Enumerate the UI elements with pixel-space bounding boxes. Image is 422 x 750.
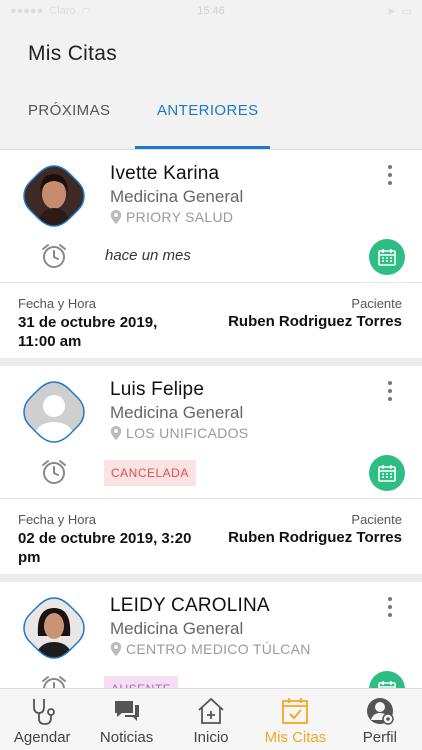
appointment-card-details: Fecha y Hora 31 de octubre 2019, 11:00 a… <box>0 283 422 357</box>
doctor-name: LEIDY CAROLINA <box>110 595 270 616</box>
clinic-name: LOS UNIFICADOS <box>126 425 249 441</box>
doctor-specialty: Medicina General <box>110 403 244 422</box>
calendar-button[interactable] <box>369 671 405 688</box>
doctor-name: Ivette Karina <box>110 163 220 184</box>
location-arrow-icon: ➤ <box>386 5 396 18</box>
appointment-relative-time: hace un mes <box>105 247 191 264</box>
calendar-check-icon <box>282 698 309 724</box>
bottom-navigation: Agendar Noticias Inicio Mis Citas Perfil <box>0 688 422 750</box>
active-tab-indicator <box>135 146 270 149</box>
appointment-card[interactable]: Luis Felipe Medicina General LOS UNIFICA… <box>0 366 422 574</box>
avatar-placeholder-icon <box>23 381 85 443</box>
more-options-icon[interactable] <box>382 163 398 187</box>
doctor-avatar <box>22 164 86 228</box>
date-value: 31 de octubre 2019, 11:00 am <box>18 314 158 350</box>
battery-icon: ▭ <box>401 5 412 18</box>
alarm-clock-icon <box>40 674 68 688</box>
patient-value: Ruben Rodriguez Torres <box>228 529 402 546</box>
calendar-button[interactable] <box>369 455 405 491</box>
status-bar-left: ●●●●● Claro ◠ <box>10 5 91 18</box>
status-time: 15:46 <box>197 5 225 17</box>
home-icon <box>198 697 224 724</box>
clinic-name: CENTRO MEDICO TÚLCAN <box>126 641 311 657</box>
appointments-list[interactable]: Ivette Karina Medicina General PRIORY SA… <box>0 150 422 688</box>
clinic-location: LOS UNIFICADOS <box>110 425 248 441</box>
tab-bar: PRÓXIMAS ANTERIORES <box>0 78 422 150</box>
appointment-card[interactable]: LEIDY CAROLINA Medicina General CENTRO M… <box>0 582 422 688</box>
location-pin-icon <box>110 642 122 656</box>
avatar-photo-icon <box>23 165 85 227</box>
more-options-icon[interactable] <box>382 379 398 403</box>
doctor-specialty: Medicina General <box>110 187 244 206</box>
nav-agendar[interactable]: Agendar <box>0 689 84 750</box>
profile-gear-icon <box>366 698 394 725</box>
status-bar-right: ➤ ▭ <box>386 5 412 18</box>
location-pin-icon <box>110 210 122 224</box>
status-badge: CANCELADA <box>104 460 196 486</box>
appointment-card-top: Ivette Karina Medicina General PRIORY SA… <box>0 150 422 283</box>
calendar-icon <box>378 249 396 266</box>
date-label: Fecha y Hora <box>18 512 97 527</box>
patient-label: Paciente <box>351 296 402 311</box>
nav-noticias[interactable]: Noticias <box>84 689 168 750</box>
patient-value: Ruben Rodriguez Torres <box>228 313 402 330</box>
doctor-avatar <box>22 380 86 444</box>
avatar-photo-icon <box>23 597 85 659</box>
alarm-clock-icon <box>40 242 68 270</box>
chat-bubbles-icon <box>114 701 139 721</box>
alarm-clock-icon <box>40 458 68 486</box>
date-label: Fecha y Hora <box>18 296 97 311</box>
page-title: Mis Citas <box>28 42 118 65</box>
appointment-card[interactable]: Ivette Karina Medicina General PRIORY SA… <box>0 150 422 358</box>
tab-anteriores[interactable]: ANTERIORES <box>157 102 259 119</box>
wifi-icon: ◠ <box>81 5 92 18</box>
tab-proximas[interactable]: PRÓXIMAS <box>28 102 110 119</box>
nav-label-inicio: Inicio <box>193 729 229 746</box>
nav-label-noticias: Noticias <box>99 729 154 746</box>
page-header: Mis Citas <box>0 22 422 78</box>
patient-label: Paciente <box>351 512 402 527</box>
nav-label-perfil: Perfil <box>362 729 397 746</box>
nav-mis-citas[interactable]: Mis Citas <box>253 689 337 750</box>
more-options-icon[interactable] <box>382 595 398 619</box>
nav-label-mis-citas: Mis Citas <box>264 729 327 746</box>
calendar-icon <box>378 681 396 688</box>
clinic-location: PRIORY SALUD <box>110 209 233 225</box>
carrier-label: Claro <box>49 5 76 17</box>
nav-inicio[interactable]: Inicio <box>169 689 253 750</box>
doctor-avatar <box>22 596 86 660</box>
nav-label-agendar: Agendar <box>13 729 71 746</box>
status-bar: ●●●●● Claro ◠ 15:46 ➤ ▭ <box>0 0 422 22</box>
status-badge: AUSENTE <box>104 676 179 688</box>
location-pin-icon <box>110 426 122 440</box>
calendar-icon <box>378 465 396 482</box>
clinic-location: CENTRO MEDICO TÚLCAN <box>110 641 311 657</box>
calendar-button[interactable] <box>369 239 405 275</box>
signal-icon: ●●●●● <box>10 5 44 17</box>
stethoscope-icon <box>33 699 56 725</box>
appointment-card-details: Fecha y Hora 02 de octubre 2019, 3:20 pm… <box>0 499 422 573</box>
appointment-card-top: LEIDY CAROLINA Medicina General CENTRO M… <box>0 582 422 688</box>
date-value: 02 de octubre 2019, 3:20 pm <box>18 530 192 566</box>
doctor-name: Luis Felipe <box>110 379 205 400</box>
doctor-specialty: Medicina General <box>110 619 244 638</box>
clinic-name: PRIORY SALUD <box>126 209 234 225</box>
appointment-card-top: Luis Felipe Medicina General LOS UNIFICA… <box>0 366 422 499</box>
nav-perfil[interactable]: Perfil <box>338 689 422 750</box>
